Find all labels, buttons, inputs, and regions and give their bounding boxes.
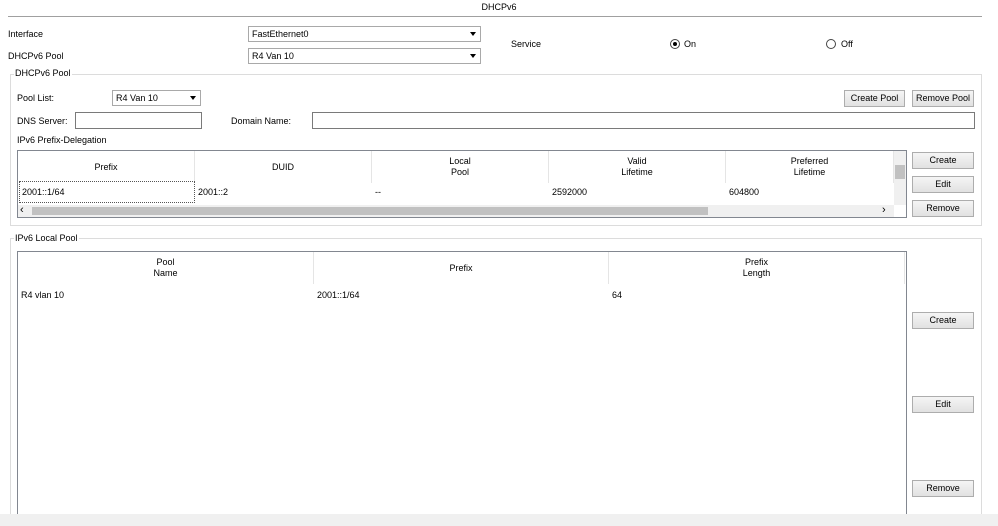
chevron-down-icon [470, 54, 476, 58]
cell-duid[interactable]: 2001::2 [196, 187, 228, 197]
interface-label: Interface [8, 29, 44, 39]
vertical-scroll-thumb[interactable] [895, 165, 905, 179]
cell-local-pool[interactable]: -- [373, 187, 381, 197]
prefix-delegation-create-button[interactable]: Create [912, 152, 974, 169]
create-pool-button[interactable]: Create Pool [844, 90, 905, 107]
cell-preferred-lifetime[interactable]: 604800 [727, 187, 759, 197]
service-off-radio[interactable] [826, 39, 836, 49]
pool-list-label: Pool List: [17, 93, 55, 103]
chevron-down-icon [190, 96, 196, 100]
scroll-right-icon[interactable]: › [882, 204, 886, 216]
service-label: Service [511, 39, 542, 49]
service-on-radio[interactable] [670, 39, 680, 49]
remove-pool-button[interactable]: Remove Pool [912, 90, 974, 107]
scroll-left-icon[interactable]: ‹ [20, 204, 24, 216]
domain-name-label: Domain Name: [231, 116, 292, 126]
title-divider [8, 16, 982, 17]
cell-prefix[interactable]: 2001::1/64 [315, 290, 360, 300]
pool-list-select-value: R4 Van 10 [116, 93, 158, 103]
interface-select-value: FastEthernet0 [252, 29, 309, 39]
dns-server-input[interactable] [75, 112, 202, 129]
window-title: DHCPv6 [481, 2, 517, 12]
prefix-delegation-table[interactable]: Prefix DUID Local Pool Valid Lifetime Pr… [17, 150, 907, 218]
column-header-prefix-length[interactable]: Prefix Length [609, 252, 905, 284]
column-header-duid[interactable]: DUID [195, 151, 372, 183]
interface-select[interactable]: FastEthernet0 [248, 26, 481, 42]
service-off-label[interactable]: Off [841, 39, 853, 49]
prefix-delegation-remove-button[interactable]: Remove [912, 200, 974, 217]
column-header-preferred-lifetime[interactable]: Preferred Lifetime [726, 151, 894, 183]
cell-prefix[interactable]: 2001::1/64 [19, 181, 195, 203]
domain-name-input[interactable] [312, 112, 975, 129]
local-pool-create-button[interactable]: Create [912, 312, 974, 329]
bottom-bar [0, 514, 998, 526]
dns-server-label: DNS Server: [17, 116, 68, 126]
column-header-pool-name[interactable]: Pool Name [18, 252, 314, 284]
chevron-down-icon [470, 32, 476, 36]
ipv6-local-pool-group-label: IPv6 Local Pool [14, 233, 79, 243]
cell-pool-name[interactable]: R4 vlan 10 [19, 290, 64, 300]
local-pool-edit-button[interactable]: Edit [912, 396, 974, 413]
prefix-delegation-label: IPv6 Prefix-Delegation [17, 135, 107, 145]
vertical-scrollbar[interactable] [894, 151, 906, 205]
pool-list-select[interactable]: R4 Van 10 [112, 90, 201, 106]
horizontal-scrollbar[interactable]: ‹ › [18, 204, 894, 217]
service-on-label[interactable]: On [684, 39, 696, 49]
column-header-prefix[interactable]: Prefix [18, 151, 195, 183]
dhcpv6-pool-select[interactable]: R4 Van 10 [248, 48, 481, 64]
column-header-local-pool[interactable]: Local Pool [372, 151, 549, 183]
local-pool-remove-button[interactable]: Remove [912, 480, 974, 497]
cell-prefix-length[interactable]: 64 [610, 290, 622, 300]
horizontal-scroll-thumb[interactable] [32, 207, 708, 215]
dhcpv6-pool-group-label: DHCPv6 Pool [14, 68, 72, 78]
dhcpv6-pool-select-value: R4 Van 10 [252, 51, 294, 61]
cell-valid-lifetime[interactable]: 2592000 [550, 187, 587, 197]
column-header-valid-lifetime[interactable]: Valid Lifetime [549, 151, 726, 183]
local-pool-table[interactable]: Pool Name Prefix Prefix Length R4 vlan 1… [17, 251, 907, 514]
column-header-prefix[interactable]: Prefix [314, 252, 609, 284]
prefix-delegation-edit-button[interactable]: Edit [912, 176, 974, 193]
dhcpv6-pool-label: DHCPv6 Pool [8, 51, 64, 61]
